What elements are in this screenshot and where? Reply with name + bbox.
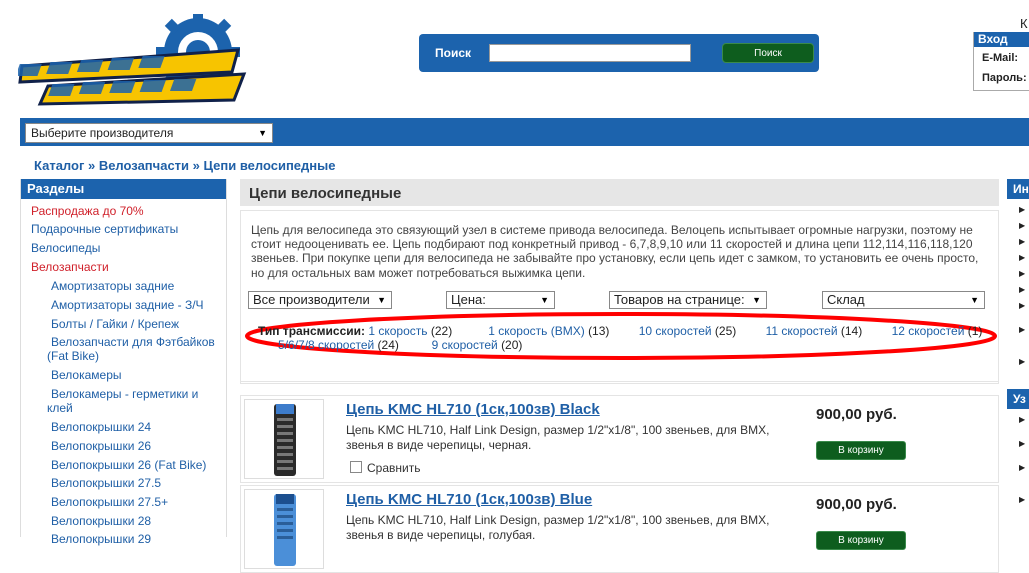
manufacturer-select[interactable]: Выберите производителя ▼ [25,123,273,143]
bullet-arrow-icon[interactable]: ▶ [1019,237,1025,246]
transmission-label: Тип трансмиссии: [258,324,365,338]
transmission-option[interactable]: 12 скоростей (1) [892,324,983,338]
bullet-arrow-icon[interactable]: ▶ [1019,495,1025,504]
sport-resort-logo[interactable] [15,10,254,106]
sidebar-title: Разделы [21,179,226,199]
cart-corner-letter: К [1020,16,1028,31]
password-label: Пароль: [982,72,1027,84]
add-to-cart-button[interactable]: В корзину [816,441,906,460]
product-image[interactable] [244,399,324,479]
login-title: Вход [974,32,1029,47]
price-filter[interactable]: Цена: ▼ [446,291,555,309]
product-price: 900,00 руб. [816,496,897,513]
manufacturer-bar: Выберите производителя ▼ [20,118,1029,146]
transmission-option[interactable]: 5/6/7/8 скоростей (24) [278,338,399,352]
product-title-link[interactable]: Цепь KMC HL710 (1ск,100зв) Black [346,401,600,418]
sidebar-item-fatbike-parts-cont[interactable]: (Fat Bike) [47,349,99,363]
sidebar-item-tires-26[interactable]: Велопокрышки 26 [51,439,151,453]
sidebar-item-tires-29[interactable]: Велопокрышки 29 [51,532,151,546]
sidebar-item-rear-shock-parts[interactable]: Амортизаторы задние - З/Ч [51,298,204,312]
manufacturer-select-value: Выберите производителя [31,126,174,140]
stock-filter[interactable]: Склад ▼ [822,291,985,309]
bullet-arrow-icon[interactable]: ▶ [1019,415,1025,424]
price-filter-value: Цена: [451,292,486,307]
breadcrumb[interactable]: Каталог » Велозапчасти » Цепи велосипедн… [34,158,335,173]
bullet-arrow-icon[interactable]: ▶ [1019,357,1025,366]
transmission-option[interactable]: 1 скорость (22) [368,324,452,338]
bullet-arrow-icon[interactable]: ▶ [1019,463,1025,472]
product-title-link[interactable]: Цепь KMC HL710 (1ск,100зв) Blue [346,491,592,508]
chevron-down-icon: ▼ [540,295,549,305]
chevron-down-icon: ▼ [258,128,267,138]
sidebar: Разделы Распродажа до 70% Подарочные сер… [20,179,227,546]
transmission-option[interactable]: 9 скоростей (20) [432,338,523,352]
bullet-arrow-icon[interactable]: ▶ [1019,269,1025,278]
sidebar-item-tires-24[interactable]: Велопокрышки 24 [51,420,151,434]
per-page-filter[interactable]: Товаров на странице: ▼ [609,291,767,309]
manufacturer-filter[interactable]: Все производители ▼ [248,291,392,309]
bullet-arrow-icon[interactable]: ▶ [1019,325,1025,334]
filters-box-bottom [240,372,999,384]
product-image[interactable] [244,489,324,569]
sidebar-item-rear-shocks[interactable]: Амортизаторы задние [51,279,174,293]
bullet-arrow-icon[interactable]: ▶ [1019,301,1025,310]
search-input[interactable] [489,44,691,62]
manufacturer-filter-value: Все производители [253,292,370,307]
page-title: Цепи велосипедные [249,185,402,202]
checkbox-icon[interactable] [350,461,362,473]
sidebar-item-gift-cards[interactable]: Подарочные сертификаты [31,222,178,236]
sidebar-item-tires-27-5[interactable]: Велопокрышки 27.5 [51,476,161,490]
transmission-option[interactable]: 11 скоростей (14) [766,324,863,338]
product-card: Цепь KMC HL710 (1ск,100зв) Black Цепь KM… [240,395,999,483]
sidebar-item-sealants[interactable]: Велокамеры - герметики и [51,387,198,401]
info-sidebar-title: Ин [1007,179,1029,199]
sidebar-item-tubes[interactable]: Велокамеры [51,368,122,382]
bullet-arrow-icon[interactable]: ▶ [1019,205,1025,214]
sidebar-item-tires-27-5-plus[interactable]: Велопокрышки 27.5+ [51,495,168,509]
login-panel: Вход E-Mail: Пароль: [973,32,1029,91]
bullet-arrow-icon[interactable]: ▶ [1019,221,1025,230]
bullet-arrow-icon[interactable]: ▶ [1019,285,1025,294]
stock-filter-value: Склад [827,292,865,307]
page-title-bar: Цепи велосипедные [240,179,999,206]
chevron-down-icon: ▼ [752,295,761,305]
transmission-option[interactable]: 10 скоростей (25) [639,324,737,338]
sidebar-item-bolts[interactable]: Болты / Гайки / Крепеж [51,317,179,331]
sidebar-item-tires-26-fat[interactable]: Велопокрышки 26 (Fat Bike) [51,458,206,472]
sidebar-item-fatbike-parts[interactable]: Велозапчасти для Фэтбайков [51,335,215,349]
chevron-down-icon: ▼ [377,295,386,305]
sidebar-item-sealants-cont[interactable]: клей [47,401,73,415]
product-card: Цепь KMC HL710 (1ск,100зв) Blue Цепь KMC… [240,485,999,573]
bullet-arrow-icon[interactable]: ▶ [1019,439,1025,448]
search-panel: Поиск Поиск [419,34,819,72]
search-button[interactable]: Поиск [722,43,814,63]
per-page-filter-value: Товаров на странице: [614,292,745,307]
second-sidebar-title: Уз [1007,389,1029,409]
bullet-arrow-icon[interactable]: ▶ [1019,253,1025,262]
transmission-filter: Тип трансмиссии: 1 скорость (22) 1 скоро… [258,324,993,352]
product-description: Цепь KMC HL710, Half Link Design, размер… [346,423,770,452]
search-label: Поиск [435,46,472,60]
sidebar-item-tires-28[interactable]: Велопокрышки 28 [51,514,151,528]
sidebar-item-bicycles[interactable]: Велосипеды [31,241,100,255]
compare-checkbox[interactable]: Сравнить [350,461,420,475]
sidebar-item-bike-parts[interactable]: Велозапчасти [31,260,109,274]
chevron-down-icon: ▼ [970,295,979,305]
email-label: E-Mail: [982,52,1019,64]
category-description: Цепь для велосипеда это связующий узел в… [251,223,979,280]
sidebar-item-sale[interactable]: Распродажа до 70% [31,204,144,218]
add-to-cart-button[interactable]: В корзину [816,531,906,550]
product-description: Цепь KMC HL710, Half Link Design, размер… [346,513,770,542]
product-price: 900,00 руб. [816,406,897,423]
transmission-option[interactable]: 1 скорость (BMX) (13) [488,324,609,338]
